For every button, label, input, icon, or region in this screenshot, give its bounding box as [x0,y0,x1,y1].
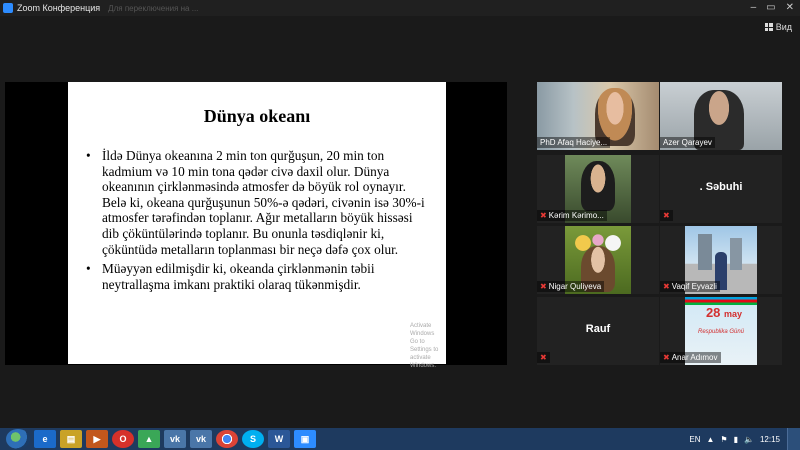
participant-tile[interactable]: ✖ Vaqif Eyvazli [660,226,782,294]
flag-icon[interactable]: ⚑ [720,435,727,444]
poster-day: 28 [705,305,721,320]
window-ghost-text: Для переключения на ... [108,3,199,13]
participant-name-label: ✖ Nigar Quliyeva [537,281,605,292]
opera-icon[interactable]: O [112,430,134,448]
file-explorer-icon[interactable]: ▤ [60,430,82,448]
presentation-slide: Dünya okeanı İldə Dünya okeanına 2 min t… [68,82,446,369]
vk-icon[interactable]: vk [190,430,212,448]
show-desktop-button[interactable] [787,428,800,450]
zoom-app-icon [3,3,13,13]
watermark-line: Go to Settings to activate Windows. [410,339,439,369]
building [698,234,712,270]
internet-explorer-icon[interactable]: e [34,430,56,448]
muted-mic-icon: ✖ [663,282,670,291]
windows-taskbar: e ▤ ▶ O ▲ vk vk S W ▣ EN ▲ ⚑ ▮ 🔈 12:15 [0,428,800,450]
view-button[interactable]: Вид [764,22,792,32]
participant-display-name: . Səbuhi [699,181,743,193]
skype-icon[interactable]: S [242,430,264,448]
close-icon[interactable]: ✕ [786,2,794,14]
participant-tile[interactable]: . Səbuhi ✖ [660,155,782,223]
maximize-icon[interactable]: ▭ [766,2,775,14]
participant-name-label: ✖ Kərim Kərimo... [537,210,607,221]
building [730,238,742,270]
poster-month: may [724,309,743,319]
muted-mic-icon: ✖ [540,282,547,291]
participant-face [581,161,615,211]
slide-bullets: İldə Dünya okeanına 2 min ton qurğuşun, … [86,148,426,296]
zoom-taskbar-icon[interactable]: ▣ [294,430,316,448]
chrome-icon[interactable] [216,430,238,448]
clock[interactable]: 12:15 [760,435,780,444]
minimize-icon[interactable]: – [751,2,757,14]
participant-tile[interactable]: Azer Qarayev [660,82,782,150]
gallery-grid-icon [764,23,773,31]
participant-name-label: PhD Afaq Haciye... [537,137,611,148]
participant-tile[interactable]: Rauf ✖ [537,297,659,365]
participant-name-label: ✖ [537,352,550,363]
participant-name: Nigar Quliyeva [548,282,602,291]
slide-bullet: İldə Dünya okeanına 2 min ton qurğuşun, … [86,148,426,257]
volume-icon[interactable]: 🔈 [744,435,754,444]
participant-name: Azer Qarayev [663,138,712,147]
muted-mic-icon: ✖ [663,211,670,220]
muted-mic-icon: ✖ [663,353,670,362]
flag-stripe [685,297,757,305]
system-tray: EN ▲ ⚑ ▮ 🔈 12:15 [689,428,800,450]
participant-tile[interactable]: ✖ Kərim Kərimo... [537,155,659,223]
participant-name-label: ✖ [660,210,673,221]
vk-icon[interactable]: vk [164,430,186,448]
participant-tile[interactable]: PhD Afaq Haciye... [537,82,659,150]
word-icon[interactable]: W [268,430,290,448]
tray-arrow-icon[interactable]: ▲ [707,435,715,444]
poster-date: 28 may [696,305,752,320]
poster-subtitle: Respublika Günü [697,329,745,335]
participant-name: Anar Adımov [671,353,718,362]
participant-name: PhD Afaq Haciye... [540,138,608,147]
participant-tile[interactable]: 28 may Respublika Günü ✖ Anar Adımov [660,297,782,365]
participant-display-name: Rauf [585,323,611,335]
slide-title: Dünya okeanı [203,106,311,126]
muted-mic-icon: ✖ [540,211,547,220]
participant-tile[interactable]: ✖ Nigar Quliyeva [537,226,659,294]
media-player-icon[interactable]: ▶ [86,430,108,448]
view-label: Вид [775,22,792,32]
participant-name-label: Azer Qarayev [660,137,715,148]
activate-windows-watermark: Activate Windows Go to Settings to activ… [410,322,446,370]
participant-name-label: ✖ Vaqif Eyvazli [660,281,720,292]
muted-mic-icon: ✖ [540,353,547,362]
participant-name: Kərim Kərimo... [548,211,604,220]
window-titlebar: Zoom Конференция Для переключения на ...… [0,0,800,16]
watermark-line: Activate Windows [410,323,435,337]
start-button[interactable] [6,429,30,449]
window-controls: – ▭ ✕ [751,2,794,14]
network-icon[interactable]: ▮ [734,435,738,444]
window-title: Zoom Конференция [17,3,101,13]
language-indicator[interactable]: EN [689,435,700,444]
green-app-icon[interactable]: ▲ [138,430,160,448]
participant-name: Vaqif Eyvazli [671,282,717,291]
slide-bullet: Müəyyən edilmişdir ki, okeanda çirklənmə… [86,261,426,292]
participant-name-label: ✖ Anar Adımov [660,352,721,363]
